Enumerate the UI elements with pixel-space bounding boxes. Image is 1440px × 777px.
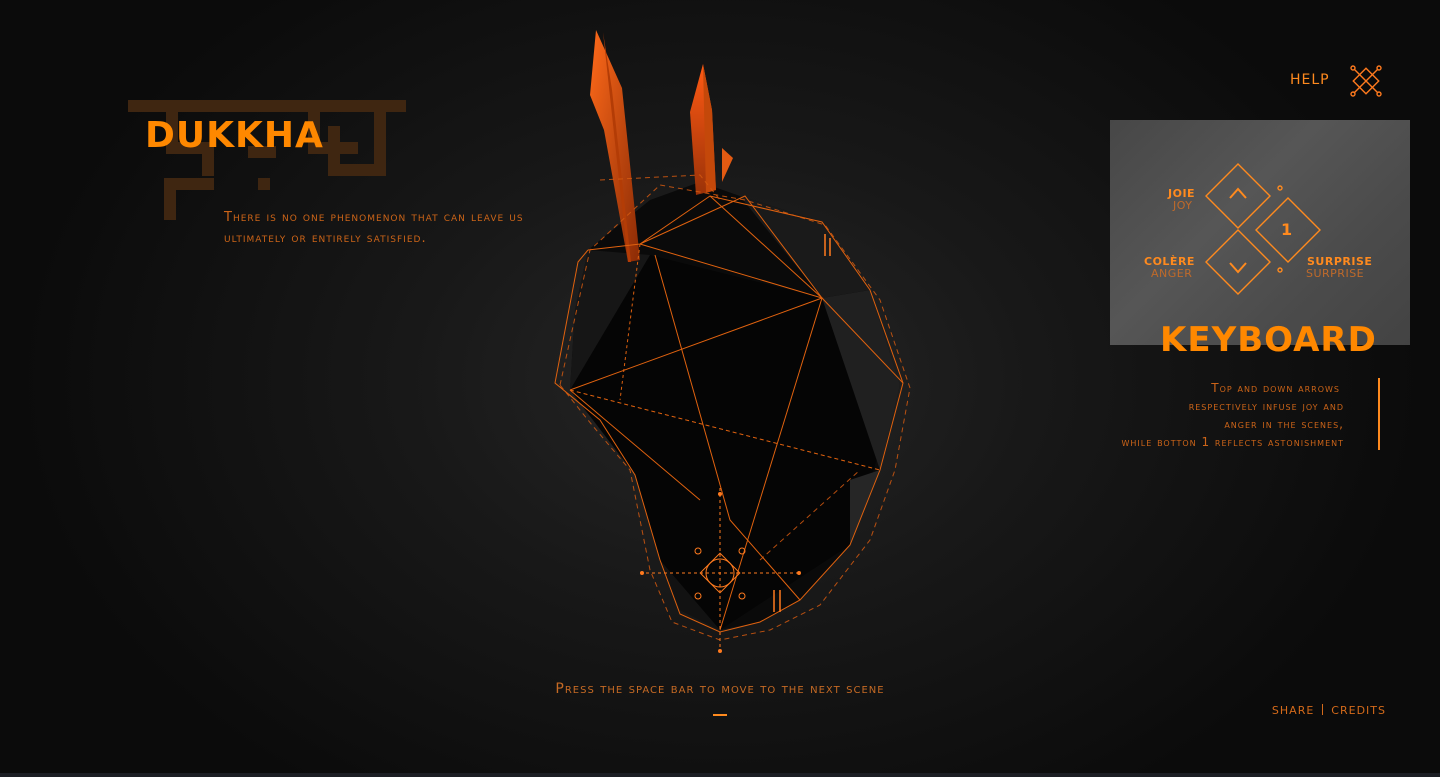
surprise-sublabel: SURPRISE bbox=[1306, 267, 1365, 280]
credits-link[interactable]: CREDITS bbox=[1331, 704, 1386, 717]
keyboard-title: KEYBOARD bbox=[1160, 320, 1377, 360]
keyboard-description-line: respectively infuse joy and bbox=[1188, 399, 1344, 413]
scene-title: DUKKHA bbox=[145, 115, 324, 156]
next-scene-prompt: Press the space bar to move to the next … bbox=[555, 681, 885, 697]
keyboard-description-line: Top and down arrows bbox=[1211, 381, 1340, 395]
close-x-icon[interactable] bbox=[1349, 64, 1383, 98]
key-one-label: 1 bbox=[1281, 220, 1293, 239]
scene-stage: DUKKHA There is no one phenomenon that c… bbox=[0, 0, 1440, 777]
target-reticle bbox=[640, 488, 801, 653]
footer-links: SHARE CREDITS bbox=[1240, 704, 1386, 717]
share-link[interactable]: SHARE bbox=[1272, 704, 1314, 717]
chevron-down-icon bbox=[1229, 262, 1247, 274]
prompt-underline bbox=[713, 714, 727, 716]
keyboard-description: Top and down arrows respectively infuse … bbox=[1040, 379, 1344, 451]
keyboard-description-line: while botton 1 reflects astonishment bbox=[1121, 435, 1344, 449]
help-link[interactable]: HELP bbox=[1290, 72, 1330, 88]
anger-sublabel: ANGER bbox=[1151, 267, 1193, 280]
footer-separator bbox=[1322, 704, 1324, 715]
bottom-edge-bar bbox=[0, 773, 1440, 777]
keyboard-divider bbox=[1378, 378, 1380, 450]
keyboard-description-line: anger in the scenes, bbox=[1224, 417, 1344, 431]
joy-sublabel: JOY bbox=[1173, 199, 1193, 212]
keyboard-help-panel: 1 JOIE JOY COLÈRE ANGER SURPRISE SURPRIS… bbox=[1110, 120, 1410, 345]
scene-subtitle: There is no one phenomenon that can leav… bbox=[224, 210, 524, 246]
chevron-up-icon bbox=[1229, 187, 1247, 199]
keyboard-key-diagram bbox=[1205, 163, 1321, 295]
